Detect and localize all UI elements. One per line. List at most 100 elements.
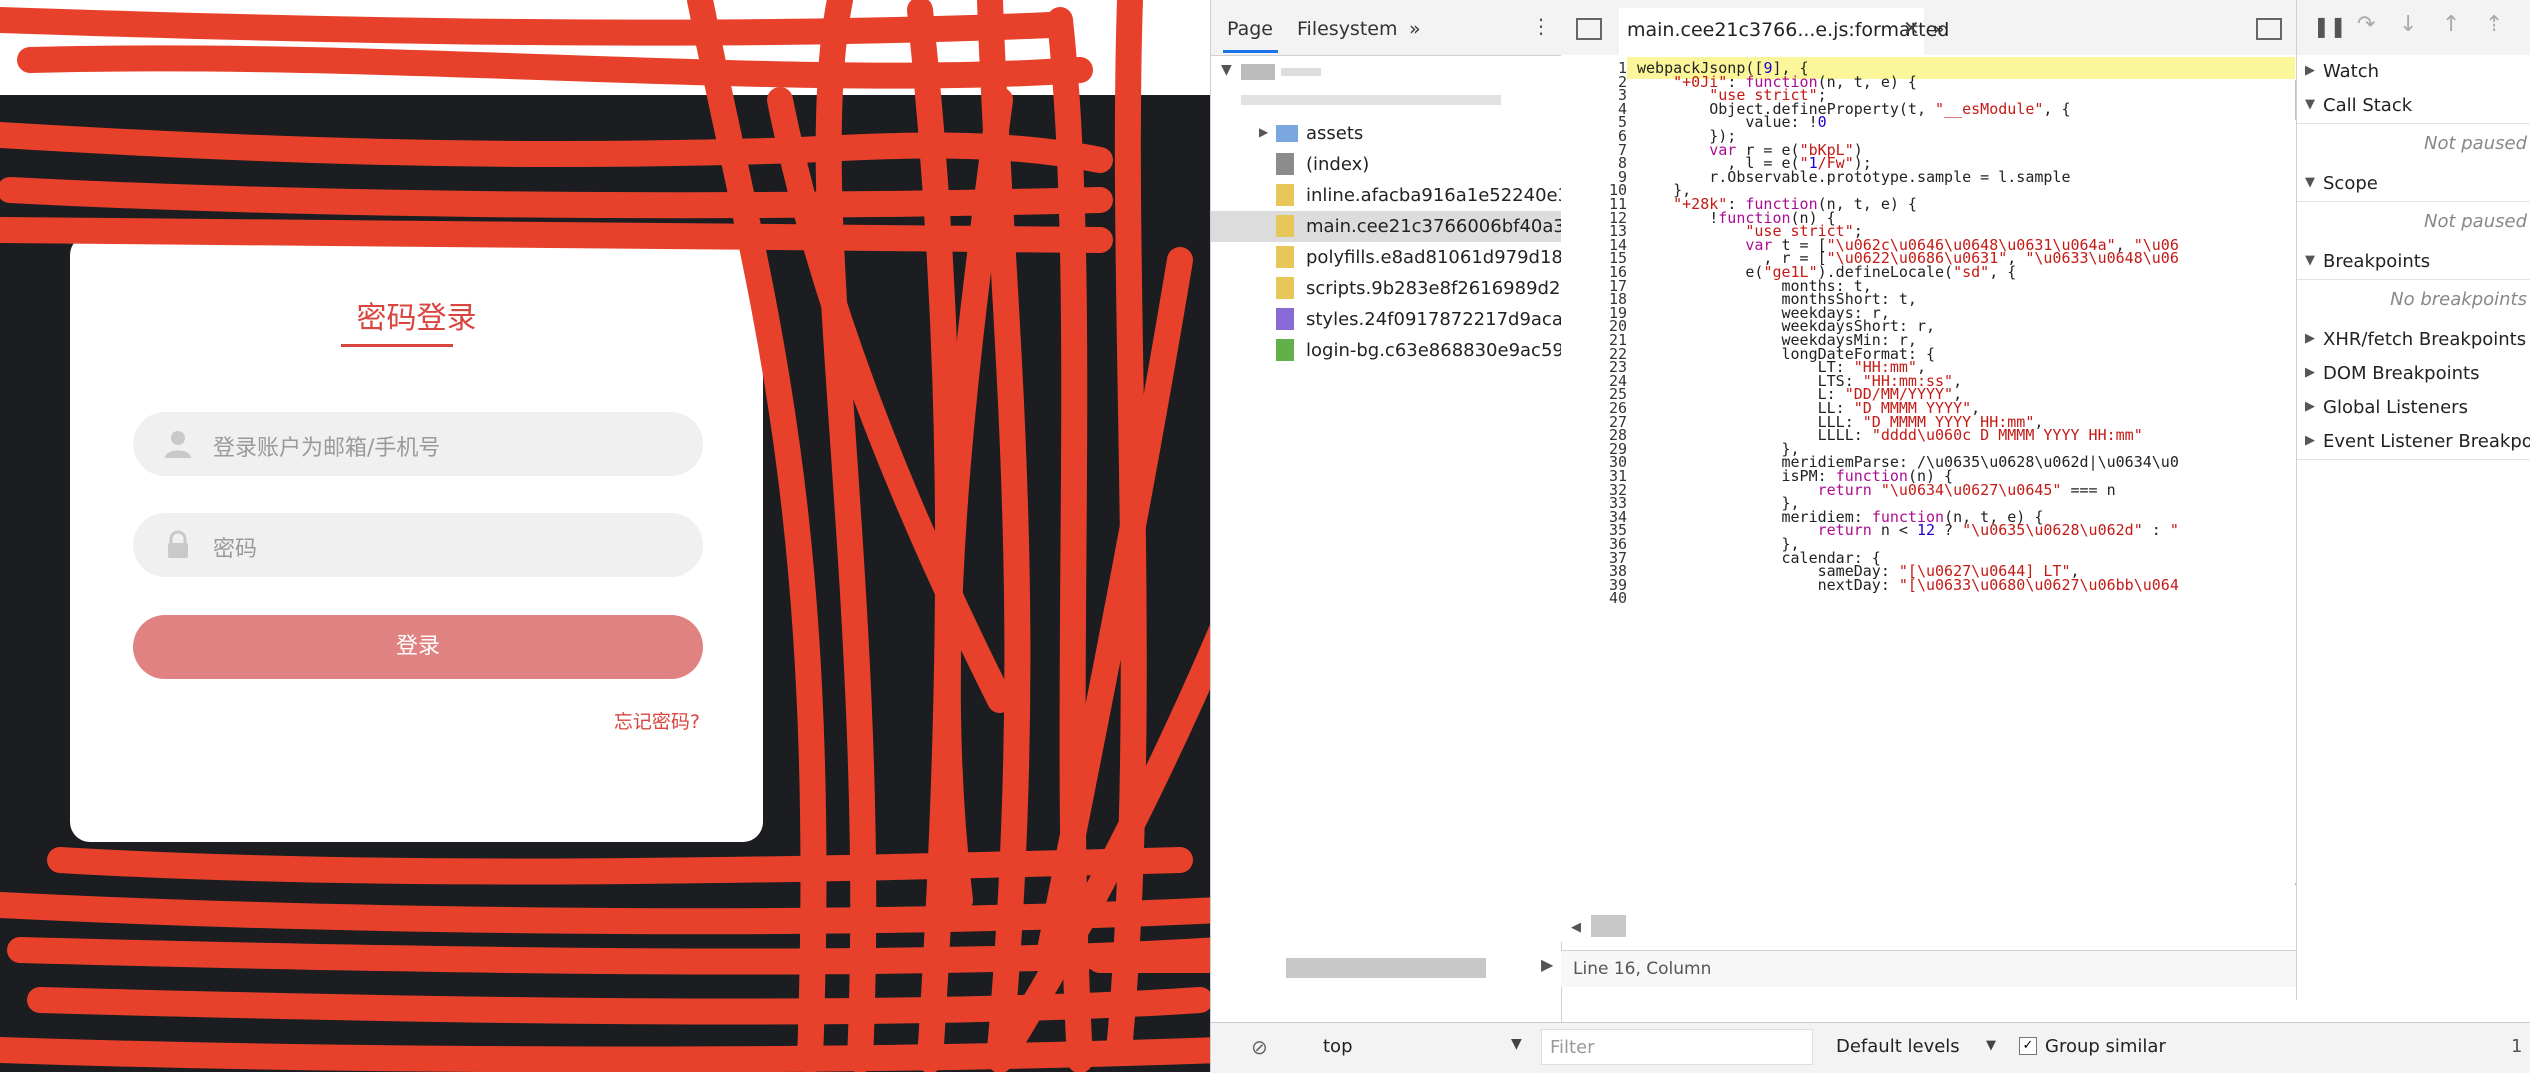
open-file-tab-label: main.cee21c3766...e.js:formatted — [1627, 19, 1950, 41]
file-icon — [1276, 184, 1294, 206]
scroll-right-icon[interactable]: ▶ — [1541, 955, 1553, 974]
code-editor[interactable]: 1 webpackJsonp([9], {2 "+0Ji": function(n… — [1561, 55, 2305, 935]
pause-icon[interactable]: ❚❚ — [2313, 14, 2347, 38]
debugger-section-label: XHR/fetch Breakpoints — [2323, 329, 2527, 350]
step-icon[interactable]: ⇡ — [2485, 12, 2503, 37]
chevron-down-icon[interactable]: ▼ — [1221, 62, 1232, 78]
chevron-down-icon: ▼ — [2305, 175, 2315, 190]
more-tabs-button[interactable]: » — [1409, 18, 1421, 40]
debugger-toolbar: ❚❚ ↷ ↓ ↑ ⇡ — [2297, 0, 2530, 56]
debugger-section-label: Watch — [2323, 61, 2380, 82]
step-over-icon[interactable]: ↷ — [2357, 12, 2375, 37]
top-frame-icon — [1241, 64, 1275, 80]
file-tree-item[interactable]: login-bg.c63e868830e9ac59bd — [1211, 335, 1587, 366]
tab-filesystem[interactable]: Filesystem — [1297, 18, 1397, 40]
debugger-section-label: Scope — [2323, 173, 2378, 194]
file-tree-item[interactable]: styles.24f0917872217d9aca9f.b — [1211, 304, 1597, 335]
filter-input[interactable]: Filter — [1541, 1029, 1813, 1065]
blurred-domain — [1241, 95, 1501, 105]
password-field[interactable]: 密码 — [133, 513, 703, 577]
file-tree-label: polyfills.e8ad81061d979d1848c — [1306, 247, 1596, 268]
chevron-down-icon: ▼ — [2305, 97, 2315, 112]
debugger-section-header[interactable]: ▼ Breakpoints — [2297, 245, 2530, 280]
context-selector[interactable]: top — [1323, 1036, 1353, 1057]
username-placeholder: 登录账户为邮箱/手机号 — [213, 436, 441, 461]
debugger-section-label: Breakpoints — [2323, 251, 2431, 272]
lock-icon — [168, 530, 188, 558]
title-underline — [341, 344, 453, 347]
file-icon — [1276, 277, 1294, 299]
more-editor-tabs-button[interactable]: » — [1933, 18, 1945, 40]
chevron-down-icon: ▼ — [2305, 253, 2315, 268]
file-tree-item[interactable]: main.cee21c3766006bf40a37.b — [1211, 211, 1593, 242]
debugger-section-note: No breakpoints — [2390, 289, 2527, 310]
chevron-right-icon: ▶ — [2305, 399, 2315, 414]
folder-icon — [1276, 125, 1298, 142]
editor-hscroll[interactable]: ◀ ▶ — [1561, 912, 2451, 942]
debugger-section-header[interactable]: ▶ DOM Breakpoints — [2297, 357, 2530, 392]
debugger-section-header[interactable]: ▶ Global Listeners — [2297, 391, 2530, 426]
status-bar: Line 16, Column — [1561, 950, 2296, 987]
username-field[interactable]: 登录账户为邮箱/手机号 — [133, 412, 703, 476]
horizontal-scrollbar[interactable] — [1286, 958, 1486, 978]
forgot-password-link[interactable]: 忘记密码? — [560, 707, 700, 734]
debugger-section-header[interactable]: ▼ Call Stack — [2297, 89, 2530, 124]
debugger-section-note: Not paused — [2424, 133, 2527, 154]
debugger-section-header[interactable]: ▶ XHR/fetch Breakpoints — [2297, 323, 2530, 358]
code-line: r.Observable.prototype.sample = l.sample — [1637, 167, 2071, 186]
debugger-section-header[interactable]: ▶ Watch — [2297, 55, 2530, 90]
file-tree-item[interactable]: inline.afacba916a1e52240e31.b — [1211, 180, 1598, 211]
chevron-right-icon: ▶ — [2305, 63, 2315, 78]
debugger-section-header[interactable]: ▶ Event Listener Breakpoints — [2297, 425, 2530, 460]
chevron-right-icon: ▶ — [2305, 365, 2315, 380]
line-number[interactable]: 40 — [1561, 589, 1627, 607]
file-tree-item[interactable]: polyfills.e8ad81061d979d1848c — [1211, 242, 1596, 273]
file-tree-item[interactable]: ▶ assets — [1211, 118, 1561, 149]
active-tab-underline — [1223, 50, 1278, 53]
toggle-debugger-icon[interactable] — [2256, 18, 2282, 40]
page-top-strip — [0, 0, 1210, 95]
file-icon — [1276, 215, 1294, 237]
clear-console-icon[interactable]: ⊘ — [1251, 1035, 1268, 1059]
editor-hscroll-thumb[interactable] — [1591, 915, 1626, 937]
debugger-section-note: Not paused — [2424, 211, 2527, 232]
cursor-position: Line 16, Column — [1573, 959, 1712, 979]
chevron-down-icon[interactable]: ▼ — [1511, 1036, 1522, 1052]
file-tree-label: login-bg.c63e868830e9ac59bd — [1306, 340, 1587, 361]
message-count: 1 — [2511, 1036, 2523, 1057]
password-placeholder: 密码 — [213, 537, 258, 562]
blurred-label — [1281, 68, 1321, 76]
chevron-down-icon[interactable]: ▼ — [1986, 1038, 1996, 1053]
toggle-navigator-icon[interactable] — [1576, 18, 1602, 40]
scroll-left-icon[interactable]: ◀ — [1571, 920, 1581, 935]
file-tree-label: styles.24f0917872217d9aca9f.b — [1306, 309, 1597, 330]
log-levels-dropdown[interactable]: Default levels — [1836, 1036, 1960, 1057]
tab-page[interactable]: Page — [1227, 18, 1273, 40]
file-tree-label: (index) — [1306, 154, 1370, 175]
code-line: nextDay: "[\u0633\u0680\u0627\u06bb\u064 — [1637, 575, 2179, 594]
debugger-section-label: DOM Breakpoints — [2323, 363, 2480, 384]
chevron-right-icon[interactable]: ▶ — [1259, 125, 1268, 139]
devtools-panel: Page Filesystem » ⋮ ▼ ▶ assets (index) inli… — [1210, 0, 2530, 1073]
login-card: 密码登录 登录账户为邮箱/手机号 密码 登录 忘记密码? — [70, 235, 763, 842]
chevron-right-icon: ▶ — [2305, 433, 2315, 448]
step-out-icon[interactable]: ↑ — [2442, 12, 2460, 37]
login-webpage: 密码登录 登录账户为邮箱/手机号 密码 登录 忘记密码? — [0, 0, 1210, 1072]
file-icon — [1276, 153, 1294, 175]
login-title: 密码登录 — [356, 301, 477, 336]
file-tree-item[interactable]: scripts.9b283e8f2616989d2a17 — [1211, 273, 1594, 304]
login-button[interactable]: 登录 — [133, 615, 703, 679]
close-icon[interactable]: ✕ — [1903, 16, 1920, 40]
file-tree-label: assets — [1306, 123, 1364, 144]
file-tree-item[interactable]: (index) — [1211, 149, 1561, 180]
open-file-tab[interactable]: main.cee21c3766...e.js:formatted ✕ — [1619, 8, 1949, 55]
kebab-menu-icon[interactable]: ⋮ — [1531, 14, 1551, 38]
file-icon — [1276, 246, 1294, 268]
group-similar-checkbox[interactable]: ✓ — [2019, 1037, 2037, 1055]
filter-placeholder: Filter — [1550, 1037, 1595, 1058]
file-tree-label: main.cee21c3766006bf40a37.b — [1306, 216, 1594, 237]
file-icon — [1276, 308, 1294, 330]
debugger-section-label: Event Listener Breakpoints — [2323, 431, 2530, 452]
debugger-section-header[interactable]: ▼ Scope — [2297, 167, 2530, 202]
step-into-icon[interactable]: ↓ — [2399, 12, 2417, 37]
